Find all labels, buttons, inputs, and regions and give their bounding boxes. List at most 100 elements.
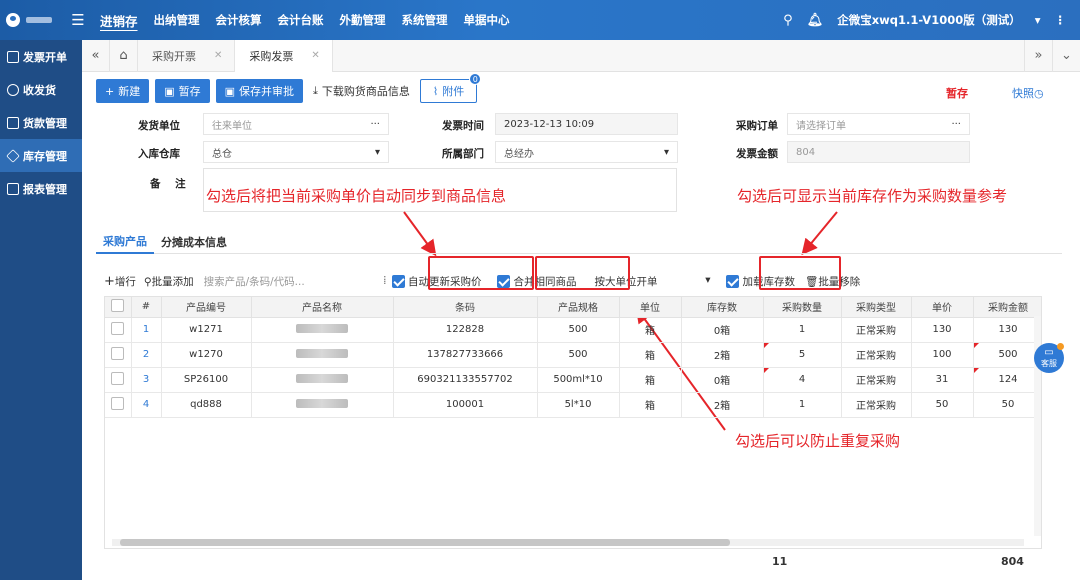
highlight-merge [535,256,630,290]
nav-item-ledger[interactable]: 会计台账 [270,12,332,28]
checkbox[interactable] [111,298,125,312]
chat-icon: ▭ [1044,347,1054,358]
amount-value: 500 [998,349,1018,360]
unit-price[interactable]: 31 [911,367,974,393]
column-header: 产品编号 [161,297,252,318]
qty-value: 5 [798,349,806,360]
product-grid: # 产品编号 产品名称 条码 产品规格 单位 库存数 采购数量 采购类型 单价 … [104,296,1042,558]
checkbox[interactable] [111,371,125,385]
spec: 5l*10 [537,392,620,418]
column-header: 采购类型 [841,297,912,318]
column-header: 采购金额 [973,297,1041,318]
main-nav: 进销存 出纳管理 会计核算 会计台账 外勤管理 系统管理 单据中心 [92,0,518,40]
sidebar-item-payment[interactable]: 货款管理 [0,106,82,139]
tab-products[interactable]: 采购产品 [96,230,154,254]
checkbox[interactable] [111,396,125,410]
plus-icon: + [104,273,115,289]
unit-price[interactable]: 130 [911,317,974,343]
product-name-cell [251,342,394,368]
sidebar-item-invoice[interactable]: 发票开单 [0,40,82,73]
nav-item-system[interactable]: 系统管理 [394,12,456,28]
main-panel: « ⌂ 采购开票 ✕ 采购发票 ✕ » ⌄ + 新建 ▣ 暂存 ▣ 保存并审批 ⤓ 下载购货商… [82,39,1080,580]
product-search-input[interactable]: 搜索产品/条码/代码... [204,274,384,289]
product-code: SP26100 [161,367,252,393]
column-settings-icon[interactable]: ⦙ [384,275,386,288]
top-bar: ☰ 进销存 出纳管理 会计核算 会计台账 外勤管理 系统管理 单据中心 ⚲ 🔔︎… [0,0,1080,40]
qty[interactable]: 5 [763,342,842,368]
column-header: 单价 [911,297,974,318]
table-row[interactable]: 1 w1271 122828 500 箱 0箱 1 正常采购 130 130 [105,317,1041,343]
stock: 2箱 [681,342,764,368]
row-select-cell[interactable] [105,392,132,418]
account-name[interactable]: 企微宝xwq1.1-V1000版（测试） [837,12,1021,28]
nav-item-jinxiaocun[interactable]: 进销存 [92,11,146,30]
purchase-type[interactable]: 正常采购 [841,342,912,368]
purchase-type[interactable]: 正常采购 [841,392,912,418]
column-header: # [131,297,162,318]
qty[interactable]: 4 [763,367,842,393]
checkbox-checked[interactable] [391,274,405,288]
truck-icon [7,83,19,96]
modified-marker [973,367,979,373]
row-select-cell[interactable] [105,317,132,343]
sidebar-item-inventory[interactable]: 库存管理 [0,139,82,172]
row-select-cell[interactable] [105,367,132,393]
row-select-cell[interactable] [105,342,132,368]
user-icon [6,13,20,27]
chevron-down-icon[interactable]: ▾ [1035,13,1041,27]
product-code: w1271 [161,317,252,343]
search-icon[interactable]: ⚲ [783,13,793,28]
row-index: 2 [131,342,162,368]
unit-price[interactable]: 100 [911,342,974,368]
add-row-label: 增行 [114,275,136,288]
qty[interactable]: 1 [763,392,842,418]
menu-toggle-icon[interactable]: ☰ [64,11,92,29]
sidebar-item-label: 收发货 [23,83,56,97]
product-name-blurred [296,398,348,408]
scrollbar-thumb[interactable] [120,539,730,546]
amount: 124 [973,367,1041,393]
table-row[interactable]: 2 w1270 137827733666 500 箱 2箱 5 正常采购 100… [105,342,1041,368]
purchase-type[interactable]: 正常采购 [841,317,912,343]
customer-service-button[interactable]: ▭ 客服 [1034,343,1064,373]
tab-cost-allocation[interactable]: 分摊成本信息 [154,230,234,254]
product-name-cell [251,367,394,393]
amount: 500 [973,342,1041,368]
unit-price[interactable]: 50 [911,392,974,418]
sidebar-item-shipping[interactable]: 收发货 [0,73,82,106]
user-avatar[interactable] [0,0,64,40]
stock: 0箱 [681,367,764,393]
checkbox-checked[interactable] [726,274,740,288]
nav-item-docs[interactable]: 单据中心 [456,12,518,28]
product-name-cell [251,392,394,418]
bell-icon[interactable]: 🔔︎ [807,13,824,28]
column-header: 库存数 [681,297,764,318]
table-row[interactable]: 3 SP26100 690321133557702 500ml*10 箱 0箱 … [105,367,1041,393]
row-index: 3 [131,367,162,393]
add-row-button[interactable]: +增行 [104,274,136,289]
purchase-type[interactable]: 正常采购 [841,367,912,393]
product-name-cell [251,317,394,343]
sidebar-item-label: 报表管理 [23,182,67,196]
horizontal-scrollbar[interactable] [112,539,1024,546]
table-row[interactable]: 4 qd888 100001 5l*10 箱 2箱 1 正常采购 50 50 [105,392,1041,418]
caret-down-icon: ▾ [705,273,711,286]
qty[interactable]: 1 [763,317,842,343]
totals-row: 11 804 [104,548,1042,572]
column-header: 条码 [393,297,538,318]
checkbox[interactable] [111,346,125,360]
wallet-icon [7,116,19,129]
sidebar-item-reports[interactable]: 报表管理 [0,172,82,205]
stock: 2箱 [681,392,764,418]
nav-item-field[interactable]: 外勤管理 [332,12,394,28]
more-vertical-icon[interactable]: ⋮ [1055,13,1067,27]
section-tabs: 采购产品 分摊成本信息 [96,230,1062,254]
sidebar-item-label: 库存管理 [23,149,67,163]
batch-add-button[interactable]: ⚲批量添加 [144,274,194,289]
nav-item-cashier[interactable]: 出纳管理 [146,12,208,28]
sidebar: 发票开单 收发货 货款管理 库存管理 报表管理 [0,40,82,580]
select-all-cell[interactable] [105,297,132,318]
checkbox[interactable] [111,321,125,335]
nav-item-accounting[interactable]: 会计核算 [208,12,270,28]
stock: 0箱 [681,317,764,343]
